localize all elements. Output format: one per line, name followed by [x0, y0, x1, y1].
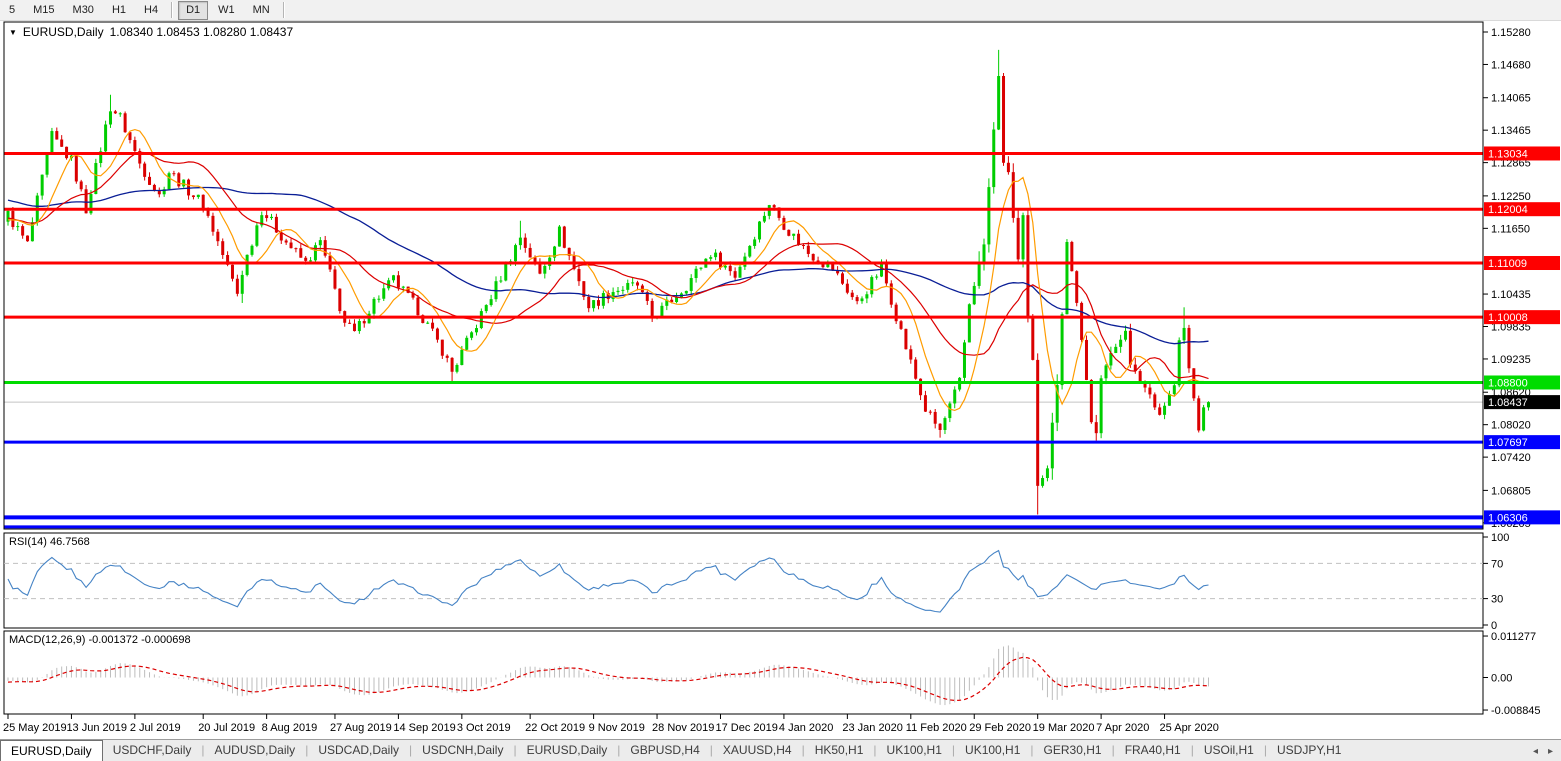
- svg-text:100: 100: [1491, 532, 1509, 544]
- panel-borders: [3, 21, 1484, 715]
- svg-text:1.09235: 1.09235: [1491, 354, 1531, 366]
- svg-text:0.00: 0.00: [1491, 673, 1512, 685]
- symbol-dropdown-icon[interactable]: ▼: [9, 28, 17, 37]
- macd-indicator-label: MACD(12,26,9) -0.001372 -0.000698: [9, 634, 191, 646]
- svg-text:13 Jun 2019: 13 Jun 2019: [66, 722, 127, 734]
- svg-text:1.08020: 1.08020: [1491, 420, 1531, 432]
- toolbar-separator: [171, 2, 174, 18]
- svg-text:1.06306: 1.06306: [1488, 512, 1528, 524]
- tab-eurusd-daily[interactable]: EURUSD,Daily: [517, 740, 618, 761]
- price-axis[interactable]: 1.152801.146801.140651.134651.128651.122…: [1483, 27, 1541, 717]
- tab-usoil-h1[interactable]: USOil,H1: [1194, 740, 1264, 761]
- svg-text:9 Nov 2019: 9 Nov 2019: [589, 722, 645, 734]
- svg-text:2 Jul 2019: 2 Jul 2019: [130, 722, 181, 734]
- tab-usdcnh-daily[interactable]: USDCNH,Daily: [412, 740, 513, 761]
- svg-text:1.08800: 1.08800: [1488, 377, 1528, 389]
- svg-text:1.11650: 1.11650: [1491, 223, 1530, 235]
- trading-app-window: 1.15280 1.14680 1.14065 1.13465 1.12865 1.122…: [0, 0, 1561, 761]
- svg-text:30: 30: [1491, 594, 1503, 606]
- tab-gbpusd-h4[interactable]: GBPUSD,H4: [620, 740, 709, 761]
- svg-text:1.11009: 1.11009: [1488, 258, 1527, 270]
- candles: [6, 49, 1210, 515]
- timeframe-toolbar: 5 M15 M30 H1 H4 D1 W1 MN: [0, 0, 1561, 21]
- tabs-scroll-left-icon[interactable]: ◂: [1533, 746, 1538, 757]
- tab-usdjpy-h1[interactable]: USDJPY,H1: [1267, 740, 1351, 761]
- svg-text:22 Oct 2019: 22 Oct 2019: [525, 722, 585, 734]
- svg-text:1.12250: 1.12250: [1491, 191, 1531, 203]
- chart-ohlc-values: 1.08340 1.08453 1.08280 1.08437: [109, 25, 294, 39]
- timeframe-button-h4[interactable]: H4: [136, 1, 166, 20]
- tab-audusd-daily[interactable]: AUDUSD,Daily: [205, 740, 306, 761]
- price-axis-tags: 1.13034 1.12004 1.11009 1.10008 1.08800 1.076…: [1484, 146, 1560, 525]
- svg-text:29 Feb 2020: 29 Feb 2020: [969, 722, 1031, 734]
- tab-usdchf-daily[interactable]: USDCHF,Daily: [103, 740, 202, 761]
- svg-text:14 Sep 2019: 14 Sep 2019: [393, 722, 455, 734]
- timeframe-button-d1[interactable]: D1: [178, 0, 209, 20]
- svg-text:1.10008: 1.10008: [1488, 312, 1528, 324]
- tab-xauusd-h4[interactable]: XAUUSD,H4: [713, 740, 802, 761]
- svg-text:25 Apr 2020: 25 Apr 2020: [1160, 722, 1219, 734]
- rsi-indicator-label: RSI(14) 46.7568: [9, 536, 90, 548]
- svg-text:11 Feb 2020: 11 Feb 2020: [906, 722, 967, 734]
- svg-text:28 Nov 2019: 28 Nov 2019: [652, 722, 714, 734]
- svg-text:1.13034: 1.13034: [1488, 148, 1528, 160]
- chart-ohlc-title: ▼ EURUSD,Daily 1.08340 1.08453 1.08280 1…: [9, 25, 293, 39]
- tab-fra40-h1[interactable]: FRA40,H1: [1115, 740, 1191, 761]
- timeframe-button-w1[interactable]: W1: [210, 1, 243, 20]
- chart-tab-bar: EURUSD,Daily USDCHF,Daily | AUDUSD,Daily | US…: [0, 739, 1561, 761]
- tab-eurusd-daily[interactable]: EURUSD,Daily: [0, 740, 103, 761]
- svg-text:20 Jul 2019: 20 Jul 2019: [198, 722, 255, 734]
- svg-text:1.12004: 1.12004: [1488, 204, 1528, 216]
- svg-text:1.07420: 1.07420: [1491, 452, 1531, 464]
- svg-text:3 Oct 2019: 3 Oct 2019: [457, 722, 511, 734]
- svg-text:7 Apr 2020: 7 Apr 2020: [1096, 722, 1149, 734]
- svg-text:23 Jan 2020: 23 Jan 2020: [842, 722, 903, 734]
- svg-text:1.14680: 1.14680: [1491, 59, 1531, 71]
- svg-text:1.15280: 1.15280: [1491, 27, 1531, 39]
- svg-text:1.14065: 1.14065: [1491, 93, 1531, 105]
- svg-text:17 Dec 2019: 17 Dec 2019: [715, 722, 777, 734]
- date-axis[interactable]: 25 May 2019 13 Jun 2019 2 Jul 2019 20 Jul 2…: [3, 714, 1219, 734]
- svg-text:8 Aug 2019: 8 Aug 2019: [262, 722, 318, 734]
- tab-scroll-controls: ◂ ▸: [1533, 740, 1561, 761]
- timeframe-button-5[interactable]: 5: [1, 1, 23, 20]
- chart-canvas[interactable]: 1.152801.146801.140651.134651.128651.122…: [0, 0, 1561, 761]
- svg-text:27 Aug 2019: 27 Aug 2019: [330, 722, 392, 734]
- svg-text:1.13465: 1.13465: [1491, 125, 1531, 137]
- svg-text:4 Jan 2020: 4 Jan 2020: [779, 722, 833, 734]
- svg-text:1.06805: 1.06805: [1491, 485, 1531, 497]
- horizontal-levels[interactable]: [4, 151, 1483, 529]
- toolbar-separator: [282, 2, 285, 18]
- svg-text:25 May 2019: 25 May 2019: [3, 722, 67, 734]
- macd-panel: [7, 645, 1209, 706]
- svg-text:0.011277: 0.011277: [1491, 631, 1536, 643]
- timeframe-button-m30[interactable]: M30: [65, 1, 102, 20]
- tab-uk100-h1[interactable]: UK100,H1: [877, 740, 952, 761]
- svg-text:19 Mar 2020: 19 Mar 2020: [1033, 722, 1095, 734]
- tab-uk100-h1[interactable]: UK100,H1: [955, 740, 1030, 761]
- svg-text:1.10435: 1.10435: [1491, 289, 1531, 301]
- chart-symbol-period: EURUSD,Daily: [22, 25, 104, 39]
- timeframe-button-m15[interactable]: M15: [25, 1, 62, 20]
- tabs-scroll-right-icon[interactable]: ▸: [1548, 746, 1553, 757]
- tab-usdcad-daily[interactable]: USDCAD,Daily: [308, 740, 409, 761]
- svg-text:1.07697: 1.07697: [1488, 437, 1528, 449]
- svg-text:-0.008845: -0.008845: [1491, 705, 1541, 717]
- svg-text:70: 70: [1491, 558, 1503, 570]
- timeframe-button-mn[interactable]: MN: [245, 1, 278, 20]
- rsi-panel: [4, 549, 1483, 613]
- tab-ger30-h1[interactable]: GER30,H1: [1034, 740, 1112, 761]
- timeframe-button-h1[interactable]: H1: [104, 1, 134, 20]
- svg-text:1.08437: 1.08437: [1488, 397, 1528, 409]
- tab-hk50-h1[interactable]: HK50,H1: [805, 740, 874, 761]
